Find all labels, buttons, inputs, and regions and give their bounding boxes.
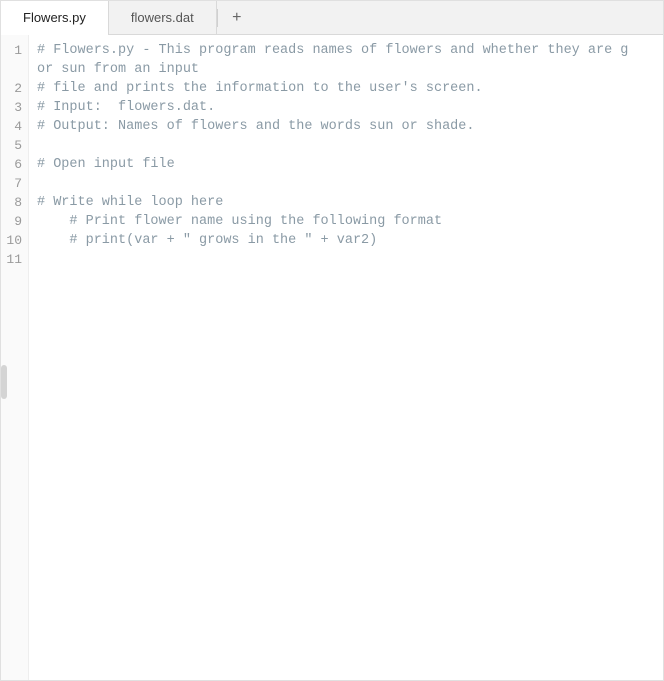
tab-label: flowers.dat <box>131 10 194 25</box>
tab-bar: Flowers.py flowers.dat + <box>1 1 663 35</box>
line-number: 10 <box>1 231 28 250</box>
code-line[interactable]: # Open input file <box>37 155 663 174</box>
code-line[interactable] <box>37 136 663 155</box>
line-number: 11 <box>1 250 28 269</box>
line-number: 4 <box>1 117 28 136</box>
line-number: 1 <box>1 41 28 60</box>
code-text: # file and prints the information to the… <box>37 81 483 96</box>
tab-flowers-py[interactable]: Flowers.py <box>1 1 109 34</box>
code-line[interactable]: # Output: Names of flowers and the words… <box>37 117 663 136</box>
line-number: 2 <box>1 79 28 98</box>
code-line[interactable] <box>37 174 663 193</box>
code-line[interactable]: # Write while loop here <box>37 193 663 212</box>
code-line[interactable]: # Print flower name using the following … <box>37 212 663 231</box>
code-line[interactable] <box>37 250 663 269</box>
line-number: 5 <box>1 136 28 155</box>
code-line[interactable]: # Flowers.py - This program reads names … <box>37 41 663 60</box>
code-text: # Input: flowers.dat. <box>37 100 215 115</box>
code-text: or sun from an input <box>37 62 199 77</box>
line-number-gutter: 1 234567891011 <box>1 35 29 680</box>
code-line[interactable]: # print(var + " grows in the " + var2) <box>37 231 663 250</box>
code-line[interactable]: or sun from an input <box>37 60 663 79</box>
code-text: # Write while loop here <box>37 195 223 210</box>
editor-area: 1 234567891011 # Flowers.py - This progra… <box>1 35 663 680</box>
code-line[interactable]: # Input: flowers.dat. <box>37 98 663 117</box>
tab-separator <box>217 9 218 27</box>
code-text: # Flowers.py - This program reads names … <box>37 43 628 58</box>
plus-icon: + <box>232 9 241 27</box>
tab-label: Flowers.py <box>23 10 86 25</box>
code-text: # Print flower name using the following … <box>37 214 442 229</box>
code-text: # print(var + " grows in the " + var2) <box>37 233 377 248</box>
code-text: # Open input file <box>37 157 175 172</box>
add-tab-button[interactable]: + <box>222 1 252 34</box>
line-number: 3 <box>1 98 28 117</box>
line-number: 7 <box>1 174 28 193</box>
scroll-handle[interactable] <box>1 365 7 399</box>
line-number: 6 <box>1 155 28 174</box>
code-editor[interactable]: # Flowers.py - This program reads names … <box>29 35 663 680</box>
tab-flowers-dat[interactable]: flowers.dat <box>109 1 217 34</box>
code-text: # Output: Names of flowers and the words… <box>37 119 474 134</box>
code-line[interactable]: # file and prints the information to the… <box>37 79 663 98</box>
line-number: 8 <box>1 193 28 212</box>
line-number: 9 <box>1 212 28 231</box>
